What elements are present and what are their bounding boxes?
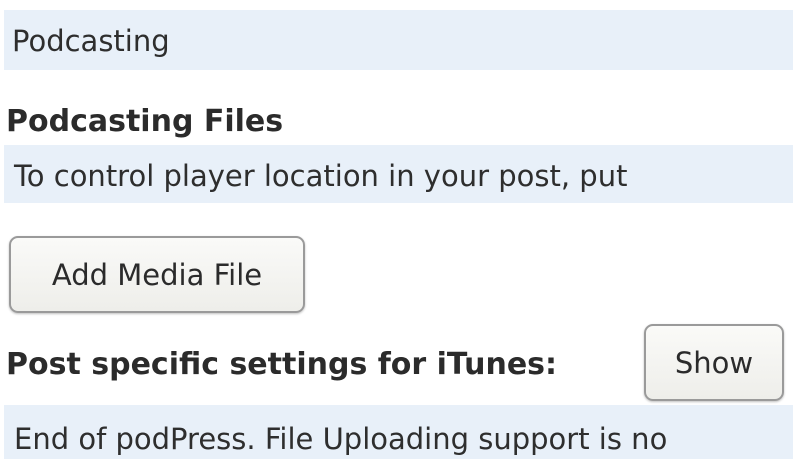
- add-media-file-button[interactable]: Add Media File: [9, 236, 305, 313]
- section-title-bar: Podcasting: [4, 10, 793, 70]
- end-of-podpress-bar: End of podPress. File Uploading support …: [4, 405, 793, 459]
- section-title: Podcasting: [12, 24, 170, 58]
- podcasting-files-heading: Podcasting Files: [6, 104, 284, 139]
- player-location-note: To control player location in your post,…: [14, 159, 628, 193]
- itunes-settings-heading: Post specific settings for iTunes:: [6, 347, 558, 382]
- show-itunes-settings-button[interactable]: Show: [644, 324, 784, 401]
- podpress-panel: Podcasting Podcasting Files To control p…: [0, 0, 793, 459]
- end-of-podpress-note: End of podPress. File Uploading support …: [14, 422, 668, 456]
- player-location-note-bar: To control player location in your post,…: [4, 145, 793, 203]
